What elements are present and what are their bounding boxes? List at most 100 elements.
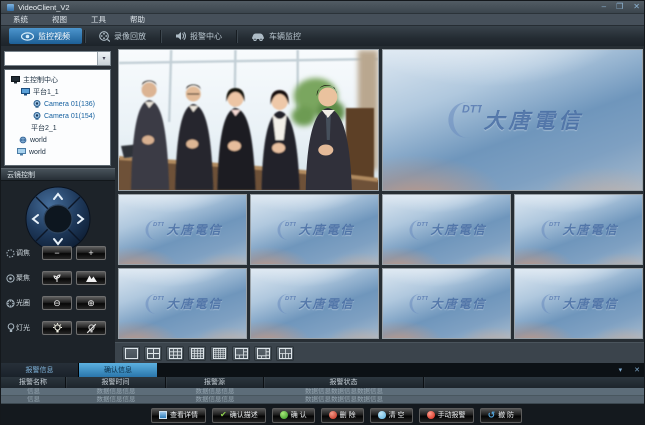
tree-item-platform-1[interactable]: 平台1_1 bbox=[5, 86, 110, 98]
button-label: 确 认 bbox=[291, 410, 307, 420]
dtt-text: DTT bbox=[549, 295, 560, 301]
clear-button[interactable]: 清 空 bbox=[370, 408, 413, 423]
light-on-button[interactable] bbox=[42, 321, 72, 335]
eye-icon bbox=[21, 32, 34, 41]
disarm-button[interactable]: 撤 防 bbox=[480, 408, 523, 423]
tab-playback[interactable]: 录像回放 bbox=[87, 28, 158, 44]
layout-9-button[interactable] bbox=[166, 346, 184, 361]
video-tile-idle[interactable]: DTT 大唐電信 bbox=[382, 268, 511, 339]
video-tile-idle[interactable]: DTT 大唐電信 bbox=[118, 194, 247, 265]
tree-item-world-1[interactable]: world bbox=[5, 134, 110, 146]
close-button[interactable]: ✕ bbox=[633, 3, 640, 11]
video-tile-idle[interactable]: DTT 大唐電信 bbox=[250, 268, 379, 339]
tab-alarm-info[interactable]: 报警信息 bbox=[1, 363, 79, 377]
layout-6-button[interactable] bbox=[232, 346, 250, 361]
divider bbox=[236, 30, 237, 43]
cell-alarm-source: 数据信息信息 bbox=[166, 396, 264, 404]
video-tile-idle[interactable]: DTT 大唐電信 bbox=[514, 268, 643, 339]
dtt-crescent-icon: DTT bbox=[406, 218, 428, 242]
video-tile-idle[interactable]: DTT 大唐電信 bbox=[382, 49, 643, 191]
zoom-out-button[interactable]: − bbox=[42, 246, 72, 260]
divider bbox=[160, 30, 161, 43]
view-details-button[interactable]: 查看详情 bbox=[151, 408, 206, 423]
video-tile-idle[interactable]: DTT 大唐電信 bbox=[118, 268, 247, 339]
tab-alarm-center[interactable]: 报警中心 bbox=[163, 28, 234, 44]
device-select[interactable]: ▾ bbox=[4, 51, 111, 66]
confirm-description-button[interactable]: 确认描述 bbox=[212, 408, 266, 423]
layout-button-bar bbox=[115, 342, 645, 363]
light-off-button[interactable] bbox=[76, 321, 106, 335]
check-icon bbox=[220, 411, 227, 419]
layout-10-button[interactable] bbox=[276, 346, 294, 361]
ptz-panel: 调焦 − + 聚焦 bbox=[1, 181, 115, 363]
alarm-table-header: 报警名称 报警时间 报警源 报警状态 bbox=[1, 377, 645, 388]
minimize-button[interactable]: – bbox=[602, 3, 606, 11]
col-alarm-status: 报警状态 bbox=[264, 377, 424, 388]
dashed-circle-icon bbox=[5, 249, 16, 258]
video-tile-idle[interactable]: DTT 大唐電信 bbox=[514, 194, 643, 265]
layout-16-button[interactable] bbox=[188, 346, 206, 361]
tab-confirm-info[interactable]: 确认信息 bbox=[79, 363, 157, 377]
alarm-panel: 报警信息 确认信息 ▾ ✕ 报警名称 报警时间 报警源 报警状态 信息 数据信息… bbox=[1, 363, 645, 425]
globe-icon bbox=[19, 136, 27, 144]
close-panel-icon[interactable]: ✕ bbox=[634, 367, 640, 374]
menu-tools[interactable]: 工具 bbox=[79, 14, 118, 25]
focus-far-button[interactable] bbox=[76, 271, 106, 285]
tree-item-platform-2[interactable]: 平台2_1 bbox=[5, 122, 110, 134]
col-alarm-time: 报警时间 bbox=[66, 377, 166, 388]
video-tile-idle[interactable]: DTT 大唐電信 bbox=[250, 194, 379, 265]
dtt-text: DTT bbox=[462, 103, 482, 115]
menu-bar: 系统 视图 工具 帮助 bbox=[1, 14, 645, 26]
tree-item-label: 平台1_1 bbox=[33, 87, 59, 97]
video-tile-idle[interactable]: DTT 大唐電信 bbox=[382, 194, 511, 265]
ptz-dpad[interactable] bbox=[25, 186, 91, 252]
tab-vehicle-monitor[interactable]: 车辆监控 bbox=[239, 28, 313, 44]
col-alarm-source: 报警源 bbox=[166, 377, 264, 388]
title-bar: VideoClient_V2 – ❐ ✕ bbox=[1, 1, 645, 14]
tree-item-camera-136[interactable]: Camera 01(136) bbox=[5, 98, 110, 110]
tab-label: 录像回放 bbox=[114, 31, 146, 42]
confirm-button[interactable]: 确 认 bbox=[272, 408, 315, 423]
manual-alarm-button[interactable]: 手动报警 bbox=[419, 408, 474, 423]
camera-icon bbox=[33, 100, 41, 108]
menu-system[interactable]: 系统 bbox=[1, 14, 40, 25]
chevron-down-icon[interactable]: ▾ bbox=[97, 52, 110, 65]
clear-icon bbox=[378, 411, 386, 419]
layout-25-button[interactable] bbox=[210, 346, 228, 361]
tree-item-control-center[interactable]: 主控制中心 bbox=[5, 74, 110, 86]
ptz-row-light: 灯光 bbox=[5, 320, 111, 336]
focus-near-button[interactable] bbox=[42, 271, 72, 285]
iris-open-button[interactable]: ⊕ bbox=[76, 296, 106, 310]
cell-alarm-status: 数据信息数据信息数据信息 bbox=[264, 388, 424, 396]
zoom-in-button[interactable]: + bbox=[76, 246, 106, 260]
plant-icon bbox=[52, 273, 62, 283]
ptz-panel-title: 云镜控制 bbox=[1, 168, 115, 181]
bulb-off-icon bbox=[86, 323, 97, 334]
datang-watermark: 大唐電信 bbox=[298, 295, 354, 312]
collapse-panel-icon[interactable]: ▾ bbox=[619, 367, 623, 374]
maximize-button[interactable]: ❐ bbox=[616, 3, 623, 11]
layout-8-button[interactable] bbox=[254, 346, 272, 361]
iris-close-button[interactable]: ⊖ bbox=[42, 296, 72, 310]
mountain-icon bbox=[86, 274, 97, 282]
tab-live-video[interactable]: 监控视频 bbox=[9, 28, 82, 44]
layout-1-button[interactable] bbox=[122, 346, 140, 361]
tree-item-label: Camera 01(154) bbox=[44, 113, 95, 120]
dtt-crescent-icon: DTT bbox=[442, 98, 482, 142]
menu-view[interactable]: 视图 bbox=[40, 14, 79, 25]
menu-help[interactable]: 帮助 bbox=[118, 14, 157, 25]
app-icon bbox=[7, 4, 14, 11]
ptz-row-iris: 光圈 ⊖ ⊕ bbox=[5, 295, 111, 311]
datang-watermark: 大唐電信 bbox=[484, 105, 584, 135]
tree-item-world-2[interactable]: world bbox=[5, 146, 110, 158]
layout-4-button[interactable] bbox=[144, 346, 162, 361]
device-select-value bbox=[5, 52, 97, 65]
datang-watermark: 大唐電信 bbox=[562, 221, 618, 238]
camera-icon bbox=[33, 112, 41, 120]
video-tile-main[interactable] bbox=[118, 49, 379, 191]
table-row[interactable]: 信息 数据信息信息 数据信息信息 数据信息数据信息数据信息 bbox=[1, 396, 645, 404]
tree-item-camera-154[interactable]: Camera 01(154) bbox=[5, 110, 110, 122]
divider bbox=[84, 30, 85, 43]
delete-button[interactable]: 删 除 bbox=[321, 408, 364, 423]
datang-watermark: 大唐電信 bbox=[430, 221, 486, 238]
